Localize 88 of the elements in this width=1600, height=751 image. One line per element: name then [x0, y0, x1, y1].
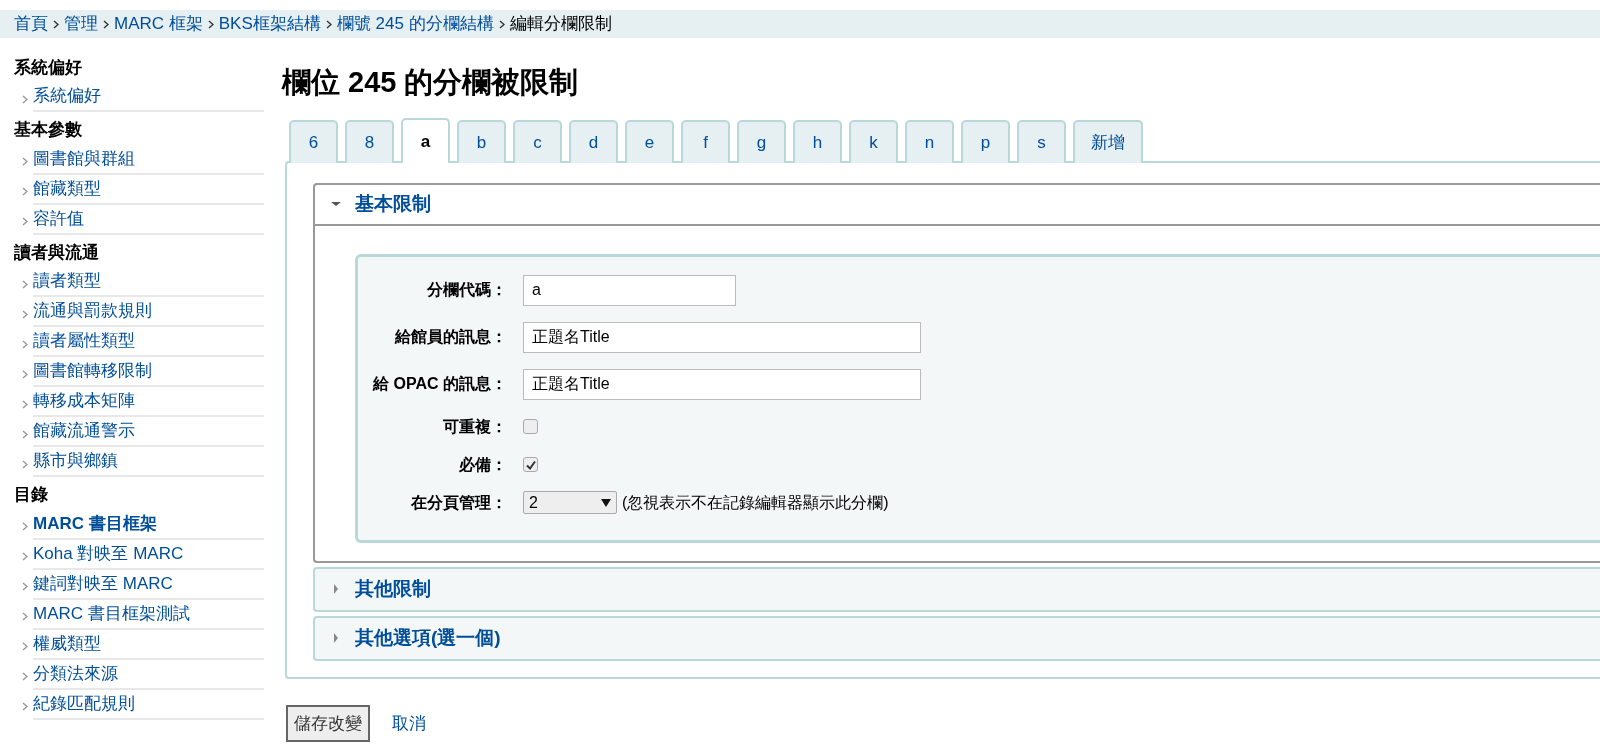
input-field[interactable]: 正題名Title — [523, 321, 921, 353]
tab[interactable]: n — [905, 119, 954, 163]
input-field[interactable]: a — [523, 274, 736, 306]
caret-right-icon — [331, 584, 341, 595]
tab[interactable]: c — [513, 119, 562, 163]
sidebar-link[interactable]: 讀者類型 — [33, 267, 264, 298]
select-dropdown[interactable]: 2 — [523, 491, 617, 515]
breadcrumb-link[interactable]: BKS框架結構 — [218, 11, 321, 37]
tab[interactable]: f — [681, 119, 730, 163]
field-label: 可重複： — [442, 416, 508, 437]
save-button[interactable]: 儲存改變 — [286, 704, 370, 743]
tab[interactable]: h — [793, 119, 842, 163]
breadcrumb-link[interactable]: 管理 — [64, 11, 98, 37]
breadcrumb-link[interactable]: 首頁 — [14, 11, 48, 37]
chevron-icon — [22, 339, 28, 349]
sidebar-heading: 讀者與流通 — [14, 241, 100, 264]
breadcrumb-link[interactable]: MARC 框架 — [114, 11, 203, 37]
chevron-icon — [22, 309, 28, 319]
tab[interactable]: 6 — [289, 119, 338, 163]
chevron-icon — [22, 157, 28, 167]
chevron-icon — [103, 19, 109, 29]
tab[interactable]: d — [569, 119, 618, 163]
tab[interactable]: g — [737, 119, 786, 163]
tab[interactable]: b — [457, 119, 506, 163]
chevron-icon — [22, 369, 28, 379]
cancel-link[interactable]: 取消 — [392, 710, 426, 737]
sidebar-link[interactable]: 讀者屬性類型 — [33, 327, 264, 358]
chevron-icon — [22, 522, 28, 532]
tab[interactable]: 新增 — [1073, 119, 1143, 163]
breadcrumb-current: 編輯分欄限制 — [509, 13, 612, 36]
chevron-icon — [22, 429, 28, 439]
sidebar-link[interactable]: 紀錄匹配規則 — [33, 689, 264, 720]
chevron-icon — [22, 702, 28, 712]
section-header[interactable]: 基本限制 — [315, 184, 1600, 226]
sidebar-link[interactable]: 館藏類型 — [33, 174, 264, 205]
input-field[interactable]: 正題名Title — [523, 368, 921, 400]
sidebar-heading: 目錄 — [14, 484, 49, 507]
page-title: 欄位 245 的分欄被限制 — [282, 65, 580, 100]
tab[interactable]: e — [625, 119, 674, 163]
tab[interactable]: k — [849, 119, 898, 163]
field-label: 分欄代碼： — [426, 280, 508, 301]
tab[interactable]: s — [1017, 119, 1066, 163]
sidebar-link[interactable]: 圖書館與群組 — [33, 144, 264, 175]
chevron-icon — [325, 19, 332, 29]
sidebar-heading: 基本參數 — [14, 119, 83, 142]
chevron-icon — [207, 19, 214, 29]
section-header[interactable]: 其他選項(選一個) — [315, 617, 1600, 659]
sidebar-link[interactable]: 分類法來源 — [33, 659, 264, 690]
sidebar-link[interactable]: 鍵詞對映至 MARC — [33, 569, 264, 600]
chevron-icon — [498, 19, 505, 29]
chevron-icon — [22, 217, 28, 227]
caret-down-icon — [601, 498, 611, 507]
field-label: 必備： — [458, 454, 508, 475]
chevron-icon — [53, 19, 59, 29]
sidebar-link[interactable]: 館藏流通警示 — [33, 417, 264, 448]
chevron-icon — [22, 459, 28, 469]
sidebar-link[interactable]: Koha 對映至 MARC — [33, 539, 264, 570]
field-label: 給 OPAC 的訊息： — [371, 374, 508, 395]
caret-right-icon — [331, 633, 341, 644]
chevron-icon — [22, 672, 28, 682]
chevron-icon — [22, 187, 28, 197]
chevron-icon — [22, 399, 28, 409]
sidebar-link[interactable]: 系統偏好 — [33, 82, 264, 113]
tab[interactable]: p — [961, 119, 1010, 163]
sidebar-link[interactable]: 權威類型 — [33, 629, 264, 660]
sidebar-link[interactable]: 縣市與鄉鎮 — [33, 447, 264, 478]
hint-text: (忽視表示不在記錄編輯器顯示此分欄) — [622, 492, 889, 513]
chevron-icon — [22, 582, 28, 592]
chevron-icon — [22, 642, 28, 652]
chevron-icon — [22, 612, 28, 622]
sidebar-link[interactable]: MARC 書目框架測試 — [33, 599, 264, 630]
chevron-icon — [22, 279, 28, 289]
tab[interactable]: a — [401, 117, 450, 163]
sidebar-heading: 系統偏好 — [14, 57, 83, 79]
field-label: 在分頁管理： — [410, 492, 508, 513]
field-label: 給館員的訊息： — [393, 327, 508, 348]
chevron-icon — [22, 552, 28, 562]
chevron-icon — [22, 94, 28, 104]
section-header[interactable]: 其他限制 — [315, 568, 1600, 610]
breadcrumb-link[interactable]: 欄號 245 的分欄結構 — [336, 11, 494, 37]
tab[interactable]: 8 — [345, 119, 394, 163]
sidebar-link[interactable]: 轉移成本矩陣 — [33, 387, 264, 418]
sidebar-link[interactable]: 容許值 — [33, 204, 264, 235]
checkbox[interactable] — [523, 419, 538, 435]
sidebar-link[interactable]: 流通與罰款規則 — [33, 297, 264, 328]
sidebar-link[interactable]: MARC 書目框架 — [33, 509, 264, 540]
checkbox[interactable] — [523, 457, 538, 473]
sidebar-link[interactable]: 圖書館轉移限制 — [33, 357, 264, 388]
